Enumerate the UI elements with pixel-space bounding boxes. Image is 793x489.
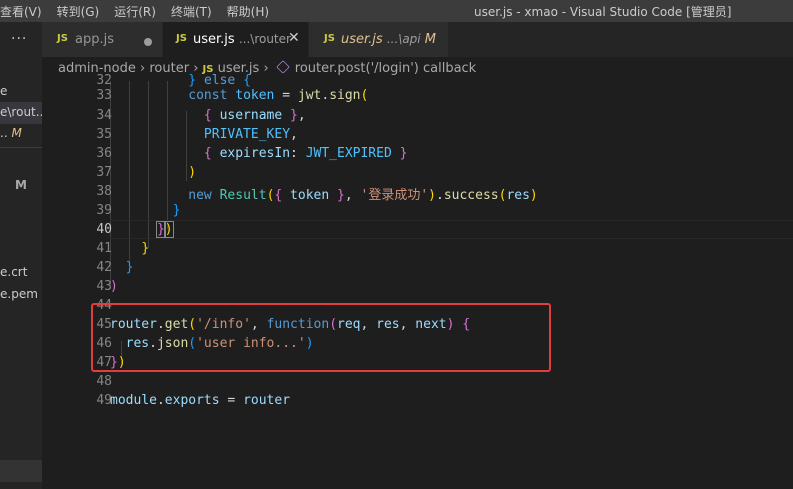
current-line-highlight bbox=[110, 220, 793, 239]
tab-description: ...\router bbox=[238, 32, 291, 46]
menu-bar: 查看(V) 转到(G) 运行(R) 终端(T) 帮助(H) bbox=[0, 3, 284, 20]
code-line: { expiresIn: JWT_EXPIRED } bbox=[203, 146, 408, 161]
explorer-item[interactable]: e.pem bbox=[0, 287, 38, 301]
tab-app-js[interactable]: JS app.js bbox=[42, 22, 163, 57]
code-line: }) bbox=[155, 221, 174, 238]
code-line: ) bbox=[188, 165, 197, 180]
code-editor[interactable]: 32 33 34 35 36 37 38 39 40 41 42 43 44 4… bbox=[42, 73, 793, 489]
code-line: } bbox=[125, 260, 134, 275]
highlight-annotation-box bbox=[91, 303, 551, 372]
editor-tabs: JS app.js JS user.js ...\router ✕ JS use… bbox=[42, 22, 793, 57]
menu-terminal[interactable]: 终端(T) bbox=[171, 3, 212, 20]
line-number: 37 bbox=[96, 165, 112, 180]
js-file-icon: JS bbox=[324, 33, 335, 44]
code-line: new Result({ token }, '登录成功').success(re… bbox=[188, 188, 538, 203]
sidebar-header: ··· bbox=[0, 22, 42, 57]
title-bar: 查看(V) 转到(G) 运行(R) 终端(T) 帮助(H) user.js - … bbox=[0, 0, 793, 22]
code-line: ) bbox=[110, 279, 118, 294]
line-number: 38 bbox=[96, 184, 112, 199]
modified-badge: M bbox=[424, 32, 436, 47]
tab-label: user.js bbox=[341, 32, 383, 47]
line-number: 35 bbox=[96, 127, 112, 142]
tab-label: user.js bbox=[193, 32, 235, 47]
line-number: 41 bbox=[96, 241, 112, 256]
line-number: 32 bbox=[96, 73, 112, 88]
tab-description: ...\api bbox=[386, 32, 421, 46]
more-actions-icon[interactable]: ··· bbox=[11, 31, 27, 47]
tab-user-js-router[interactable]: JS user.js ...\router ✕ bbox=[163, 22, 309, 57]
code-line: const token = jwt.sign( bbox=[188, 88, 369, 103]
code-line: PRIVATE_KEY, bbox=[203, 127, 298, 142]
breadcrumb-symbol[interactable]: router.post('/login') callback bbox=[295, 61, 476, 76]
menu-run[interactable]: 运行(R) bbox=[114, 3, 156, 20]
explorer-item[interactable]: e bbox=[0, 84, 7, 98]
explorer-item[interactable]: M bbox=[15, 178, 27, 192]
line-number-current: 40 bbox=[96, 222, 112, 237]
close-icon[interactable]: ✕ bbox=[288, 30, 300, 46]
code-line: { username }, bbox=[203, 108, 306, 123]
modified-badge: M bbox=[11, 126, 22, 140]
js-file-icon: JS bbox=[176, 33, 187, 44]
line-number: 48 bbox=[96, 374, 112, 389]
explorer-item[interactable]: e.crt bbox=[0, 265, 27, 279]
explorer-item-label: e\rout... bbox=[0, 105, 42, 119]
tab-user-js-api[interactable]: JS user.js ...\api M bbox=[309, 22, 449, 57]
menu-view[interactable]: 查看(V) bbox=[0, 3, 42, 20]
code-line: } bbox=[141, 241, 150, 256]
unsaved-dot-icon[interactable] bbox=[144, 38, 152, 46]
explorer-item[interactable]: .. M bbox=[0, 126, 22, 140]
tab-label: app.js bbox=[75, 32, 114, 47]
code-line: module.exports = router bbox=[110, 393, 291, 408]
line-number: 42 bbox=[96, 260, 112, 275]
chevron-right-icon: › bbox=[263, 61, 273, 76]
menu-go[interactable]: 转到(G) bbox=[57, 3, 100, 20]
method-symbol-icon bbox=[276, 60, 290, 74]
explorer-item-label: .. bbox=[0, 126, 8, 140]
code-line: } else { bbox=[188, 73, 251, 88]
sidebar-section-header[interactable] bbox=[0, 460, 42, 482]
explorer-item-selected[interactable]: e\rout... bbox=[0, 102, 42, 124]
code-line: } bbox=[172, 203, 181, 218]
line-number: 39 bbox=[96, 203, 112, 218]
line-number: 43 bbox=[96, 279, 112, 294]
line-number: 34 bbox=[96, 108, 112, 123]
explorer-sidebar: ··· e e\rout... .. M M e.crt e.pem bbox=[0, 22, 42, 489]
divider bbox=[0, 147, 42, 148]
js-file-icon: JS bbox=[57, 33, 68, 44]
modified-badge: M bbox=[15, 178, 27, 192]
line-number: 33 bbox=[96, 88, 112, 103]
line-number: 36 bbox=[96, 146, 112, 161]
line-number: 49 bbox=[96, 393, 112, 408]
menu-help[interactable]: 帮助(H) bbox=[227, 3, 269, 20]
window-title: user.js - xmao - Visual Studio Code [管理员… bbox=[474, 5, 732, 19]
